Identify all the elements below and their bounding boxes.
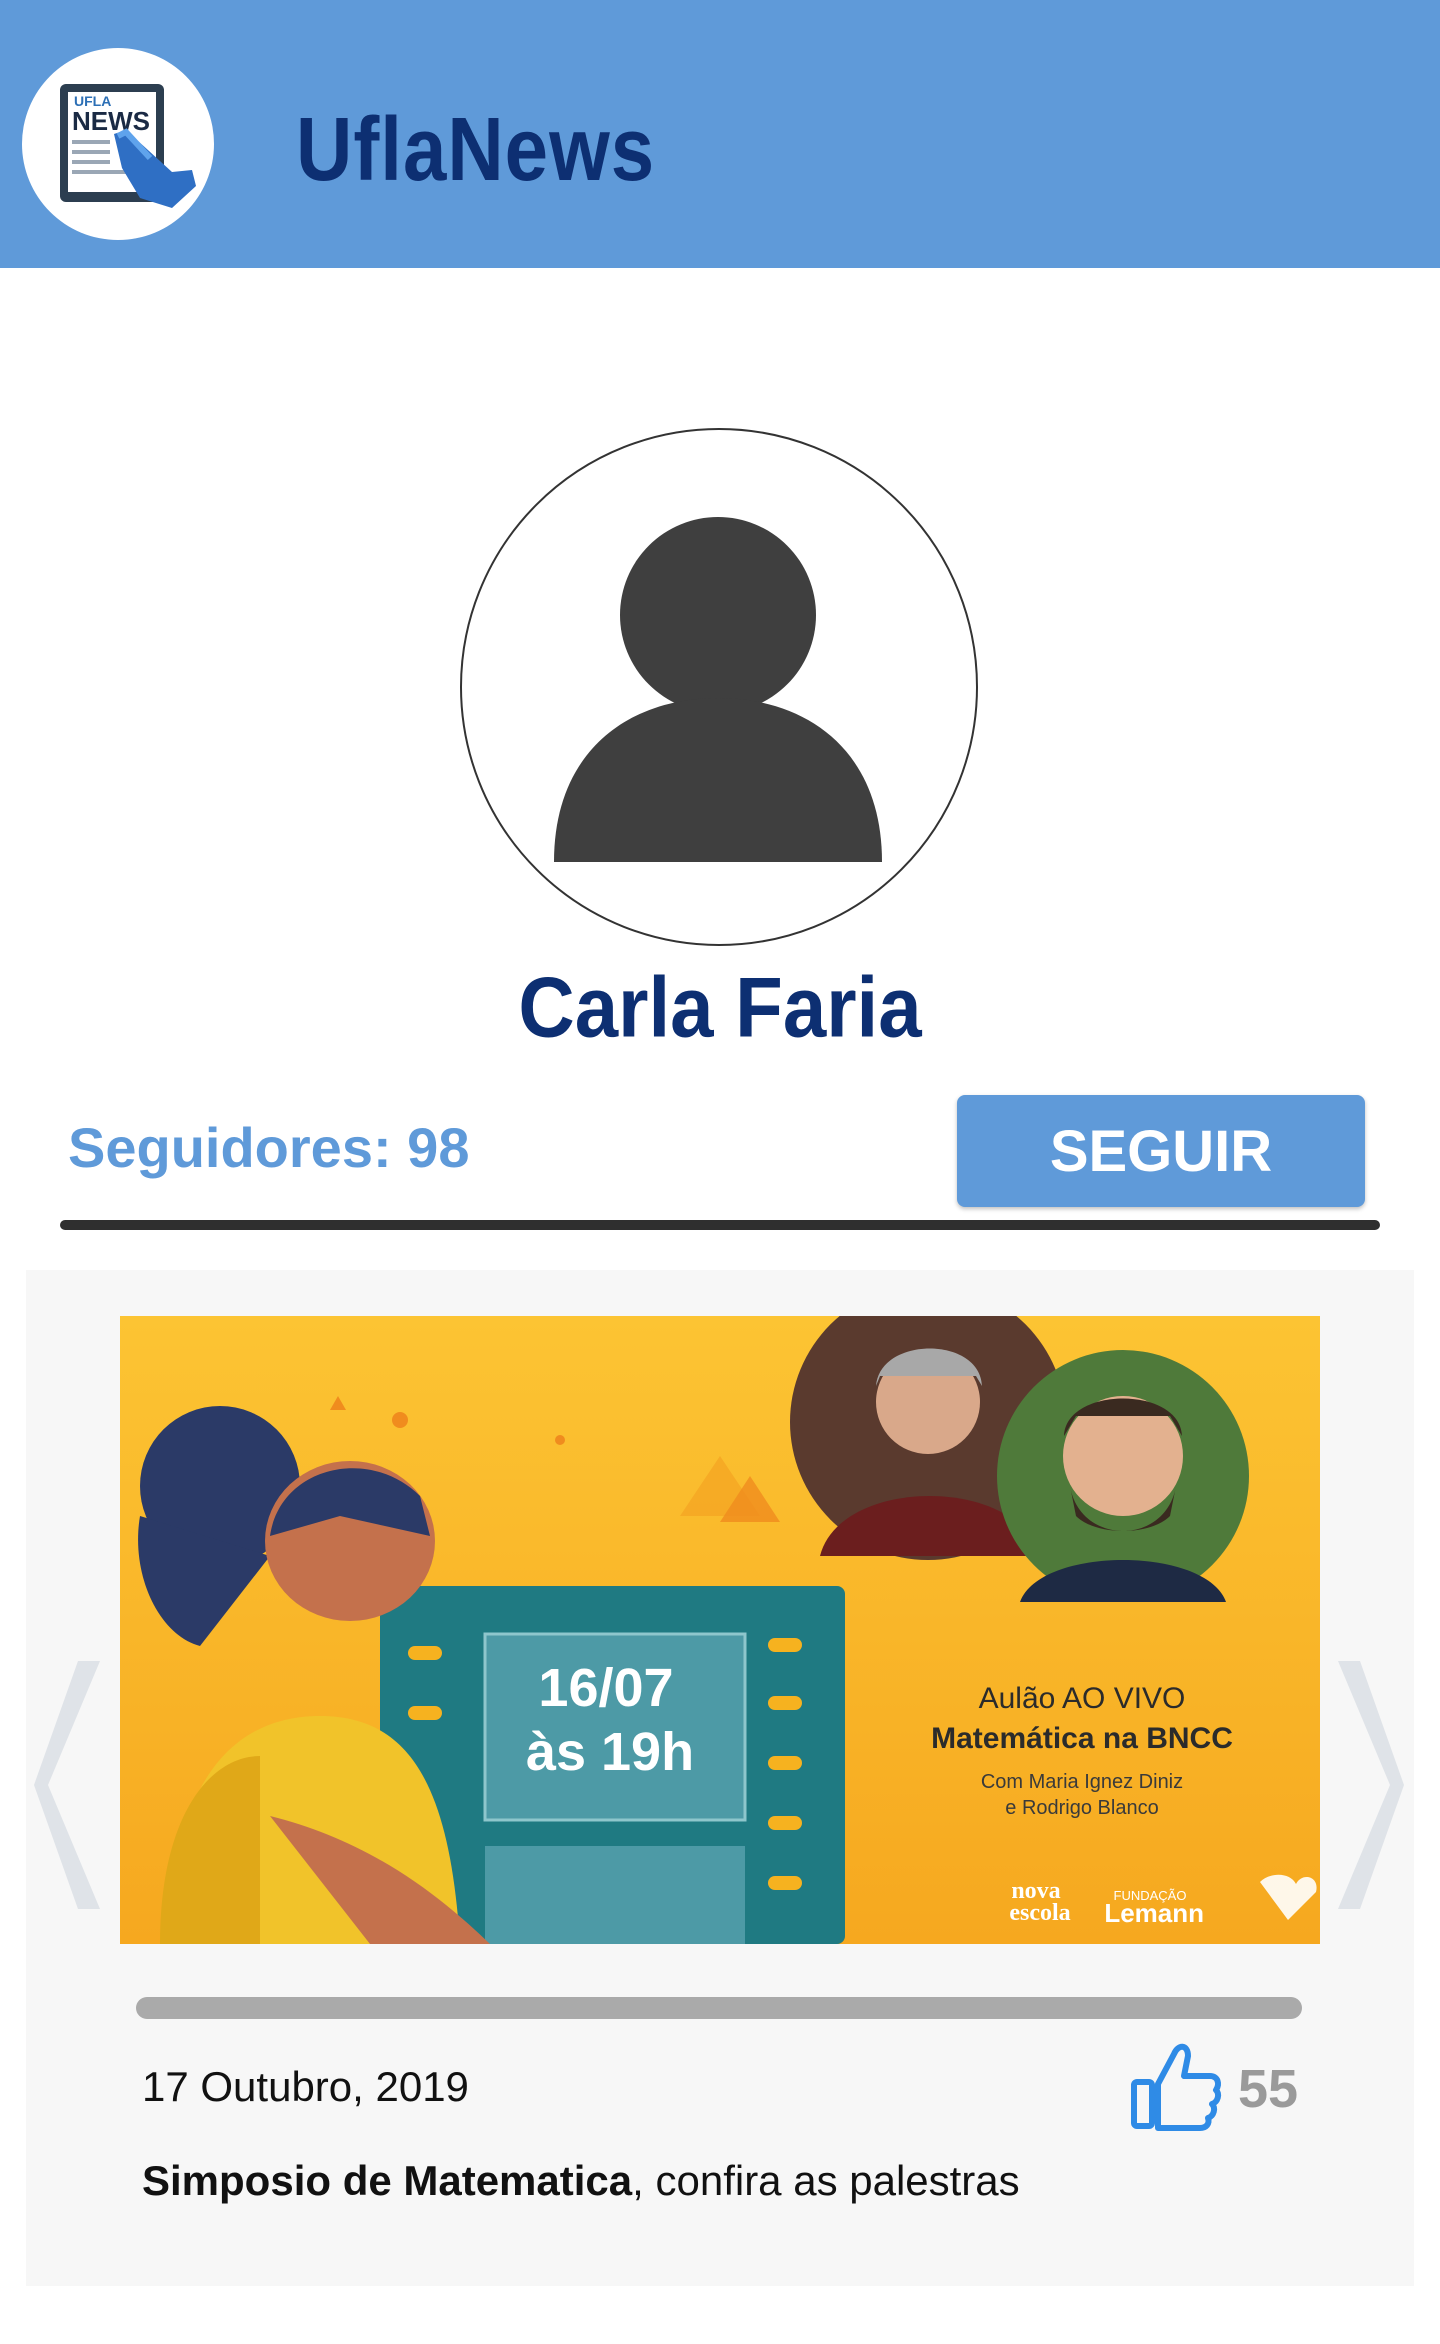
newspaper-hand-icon: UFLA NEWS	[60, 84, 196, 208]
banner-brand1-line2: escola	[1009, 1900, 1070, 1926]
chevron-left-icon	[34, 1661, 100, 1909]
banner-guests-line2: e Rodrigo Blanco	[1005, 1797, 1158, 1819]
follow-button[interactable]: SEGUIR	[957, 1095, 1365, 1207]
banner-guests-line1: Com Maria Ignez Diniz	[981, 1771, 1183, 1793]
like-section: 55	[1128, 2036, 1318, 2136]
post-caption: Simposio de Matematica, confira as pales…	[142, 2160, 1020, 2202]
logo-text-main: NEWS	[72, 106, 150, 136]
chevron-right-icon	[1338, 1661, 1404, 1909]
profile-name: Carla Faria	[518, 958, 922, 1056]
user-silhouette-icon	[554, 517, 882, 862]
app-logo[interactable]: UFLA NEWS	[22, 48, 214, 240]
post-date: 17 Outubro, 2019	[142, 2063, 469, 2110]
thumbs-up-icon[interactable]	[1128, 2036, 1224, 2132]
post-banner-image[interactable]: 16/07 às 19h Aulão AO VIVO Matemática na…	[120, 1316, 1320, 1944]
banner-date-text: 16/07	[538, 1658, 673, 1718]
carousel-prev-button[interactable]	[30, 1655, 110, 1915]
followers-count: Seguidores: 98	[68, 1116, 470, 1179]
banner-headline-big: Matemática na BNCC	[931, 1722, 1233, 1755]
profile-avatar	[460, 428, 978, 946]
section-divider	[60, 1220, 1380, 1230]
post-caption-rest: , confira as palestras	[632, 2157, 1020, 2204]
like-count: 55	[1238, 2059, 1299, 2119]
post-caption-title[interactable]: Simposio de Matematica	[142, 2157, 632, 2204]
app-title: UflaNews	[296, 98, 656, 200]
banner-brand2-big: Lemann	[1104, 1898, 1204, 1928]
carousel-next-button[interactable]	[1328, 1655, 1408, 1915]
app-header: UFLA NEWS UflaNews	[0, 0, 1440, 268]
carousel-scrollbar[interactable]	[136, 1997, 1302, 2019]
banner-time-text: às 19h	[526, 1722, 694, 1782]
banner-headline-small: Aulão AO VIVO	[979, 1682, 1186, 1715]
